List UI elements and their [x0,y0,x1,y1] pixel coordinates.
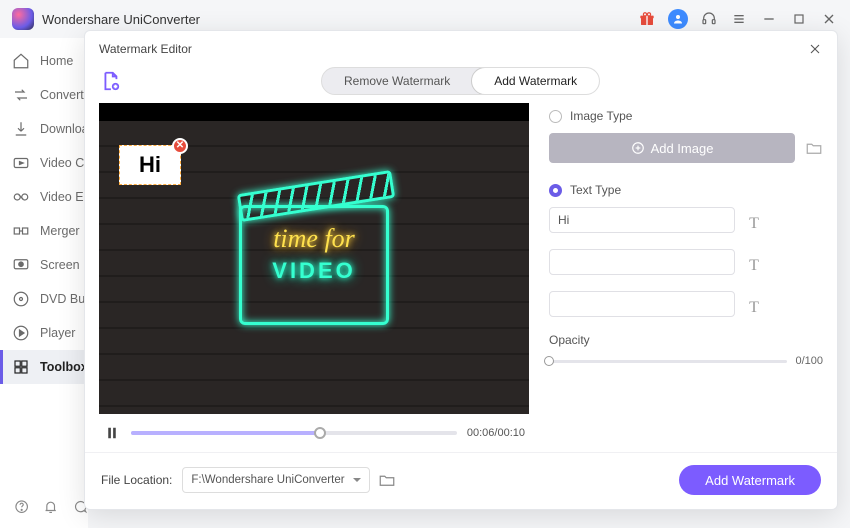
add-watermark-button[interactable]: Add Watermark [679,465,821,495]
radio-on-icon [549,184,562,197]
folder-icon[interactable] [805,139,823,157]
sidebar-item-editor[interactable]: Video Editor [0,180,88,214]
window-close[interactable] [820,10,838,28]
watermark-overlay[interactable]: Hi ✕ [119,145,181,185]
tab-add-watermark[interactable]: Add Watermark [471,67,600,95]
watermark-overlay-text: Hi [139,152,161,178]
remove-watermark-icon[interactable]: ✕ [172,138,188,154]
video-preview[interactable]: time for VIDEO Hi ✕ [99,103,529,414]
close-icon[interactable] [807,41,823,57]
pause-button[interactable] [103,424,121,442]
sidebar-item-label: Toolbox [40,360,88,374]
help-icon[interactable] [14,499,29,517]
sidebar-item-dvd[interactable]: DVD Burner [0,282,88,316]
open-folder-icon[interactable] [378,471,396,489]
watermark-text-input-3[interactable] [549,291,735,317]
text-type-radio[interactable]: Text Type [549,183,823,197]
sidebar-item-player[interactable]: Player [0,316,88,350]
text-style-icon[interactable]: T [745,215,763,233]
menu-icon[interactable] [730,10,748,28]
watermark-editor-modal: Watermark Editor Remove Watermark Add Wa… [84,30,838,510]
watermark-text-input-2[interactable] [549,249,735,275]
sidebar-item-label: Screen Recorder [40,258,88,272]
modal-title: Watermark Editor [99,42,192,56]
headset-icon[interactable] [700,10,718,28]
opacity-label: Opacity [549,333,823,347]
sidebar-item-label: Video Compressor [40,156,88,170]
watermark-mode-segment: Remove Watermark Add Watermark [321,67,600,95]
image-type-radio[interactable]: Image Type [549,109,823,123]
radio-label: Image Type [570,109,632,123]
gift-icon[interactable] [638,10,656,28]
tab-remove-watermark[interactable]: Remove Watermark [322,68,472,94]
sidebar-item-downloader[interactable]: Downloader [0,112,88,146]
window-maximize[interactable] [790,10,808,28]
preview-graphic-text: VIDEO [242,258,386,284]
bell-icon[interactable] [43,499,58,517]
radio-label: Text Type [570,183,621,197]
sidebar-item-label: Converter [40,88,88,102]
file-location-select[interactable]: F:\Wondershare UniConverter [182,467,369,493]
user-avatar[interactable] [668,9,688,29]
radio-off-icon [549,110,562,123]
add-image-label: Add Image [651,141,714,156]
file-location-label: File Location: [101,473,172,487]
preview-graphic-text: time for [242,208,386,254]
add-file-icon[interactable] [99,70,121,92]
watermark-text-input-1[interactable] [549,207,735,233]
sidebar-item-home[interactable]: Home [0,44,88,78]
opacity-value: 0/100 [795,355,823,367]
bottombar [0,488,88,528]
sidebar-item-label: Downloader [40,122,88,136]
app-title: Wondershare UniConverter [42,12,200,27]
timeline-slider[interactable] [131,431,457,435]
sidebar-item-label: Home [40,54,73,68]
sidebar-item-toolbox[interactable]: Toolbox [0,350,88,384]
sidebar-item-compressor[interactable]: Video Compressor [0,146,88,180]
timecode: 00:06/00:10 [467,427,525,439]
sidebar-item-converter[interactable]: Converter [0,78,88,112]
text-style-icon[interactable]: T [745,257,763,275]
sidebar-item-merger[interactable]: Merger [0,214,88,248]
add-image-button[interactable]: Add Image [549,133,795,163]
app-logo [12,8,34,30]
sidebar-item-label: Player [40,326,75,340]
sidebar-item-label: Merger [40,224,80,238]
text-style-icon[interactable]: T [745,299,763,317]
sidebar-item-label: DVD Burner [40,292,88,306]
opacity-slider[interactable] [549,360,787,363]
sidebar-item-recorder[interactable]: Screen Recorder [0,248,88,282]
window-minimize[interactable] [760,10,778,28]
sidebar-item-label: Video Editor [40,190,88,204]
sidebar: Home Converter Downloader Video Compress… [0,38,88,528]
